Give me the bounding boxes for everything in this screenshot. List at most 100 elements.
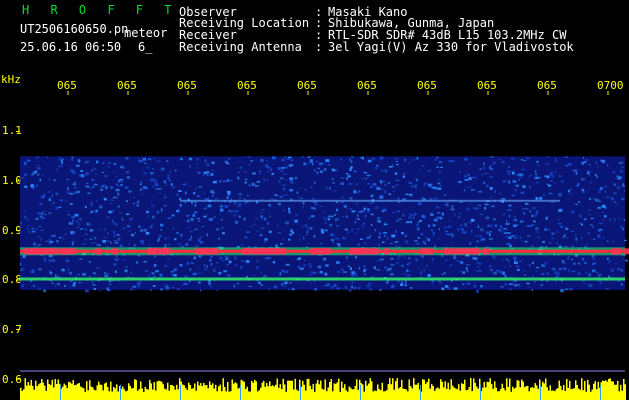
noise-speck	[465, 267, 468, 270]
noise-speck	[67, 187, 70, 191]
noise-speck	[85, 162, 87, 164]
noise-speck	[618, 251, 620, 254]
noise-speck	[32, 186, 35, 190]
noise-speck	[430, 279, 434, 282]
noise-speck	[545, 245, 548, 249]
noise-speck	[218, 271, 222, 275]
noise-speck	[26, 218, 29, 221]
noise-speck	[383, 223, 388, 226]
level-bar	[50, 384, 52, 400]
noise-speck	[114, 242, 119, 244]
noise-speck	[460, 261, 464, 264]
level-bar	[164, 388, 166, 400]
noise-speck	[217, 246, 221, 248]
noise-speck	[473, 206, 475, 209]
noise-speck	[575, 233, 577, 237]
minute-marker	[300, 385, 301, 400]
noise-speck	[352, 211, 354, 213]
noise-speck	[295, 213, 298, 216]
noise-speck	[292, 287, 295, 290]
noise-speck	[535, 197, 538, 200]
level-bar	[269, 381, 271, 400]
noise-speck	[269, 215, 271, 218]
noise-speck	[421, 214, 425, 218]
noise-speck	[149, 277, 154, 281]
noise-speck	[604, 207, 607, 209]
noise-speck	[485, 246, 489, 248]
noise-speck	[32, 269, 34, 271]
noise-speck	[156, 160, 161, 163]
noise-speck	[56, 240, 59, 243]
noise-speck	[484, 203, 486, 206]
noise-speck	[535, 181, 539, 184]
level-bar	[260, 387, 262, 400]
noise-speck	[262, 276, 266, 278]
noise-speck	[468, 221, 472, 224]
noise-speck	[354, 221, 356, 224]
level-bar	[276, 378, 278, 400]
noise-speck	[405, 193, 409, 195]
noise-speck	[97, 279, 101, 282]
noise-speck	[485, 231, 490, 235]
noise-speck	[43, 257, 46, 260]
noise-speck	[462, 283, 465, 286]
level-bar	[36, 386, 38, 400]
noise-speck	[274, 194, 278, 197]
noise-speck	[535, 227, 539, 230]
level-bar	[401, 379, 403, 400]
level-bar	[462, 384, 464, 400]
noise-speck	[156, 210, 160, 214]
noise-speck	[322, 162, 325, 165]
noise-speck	[616, 186, 620, 189]
noise-speck	[265, 218, 267, 221]
noise-speck	[40, 195, 45, 199]
noise-speck	[291, 231, 294, 235]
noise-speck	[254, 185, 259, 187]
noise-speck	[324, 285, 327, 287]
level-bar	[582, 390, 584, 400]
noise-speck	[425, 237, 429, 240]
noise-speck	[100, 189, 103, 191]
noise-speck	[116, 258, 121, 260]
noise-speck	[349, 197, 353, 200]
noise-speck	[458, 216, 461, 218]
noise-speck	[74, 191, 78, 194]
noise-speck	[476, 261, 479, 264]
noise-speck	[75, 165, 80, 167]
noise-speck	[546, 168, 549, 171]
noise-speck	[536, 270, 538, 273]
noise-speck	[582, 191, 585, 193]
noise-speck	[329, 186, 331, 190]
noise-speck	[588, 273, 592, 277]
level-bar	[449, 389, 451, 400]
noise-speck	[508, 204, 512, 207]
noise-speck	[233, 200, 237, 203]
noise-speck	[219, 205, 223, 208]
noise-speck	[30, 184, 34, 188]
noise-speck	[375, 166, 379, 168]
noise-speck	[376, 187, 381, 190]
noise-speck	[608, 275, 610, 278]
noise-speck	[35, 228, 37, 231]
noise-speck	[493, 271, 497, 275]
noise-speck	[160, 167, 165, 171]
noise-speck	[304, 189, 307, 191]
level-bar	[422, 379, 424, 400]
noise-speck	[208, 199, 212, 202]
level-bar	[125, 391, 127, 400]
signal-level-bars	[20, 378, 626, 400]
noise-speck	[431, 279, 435, 282]
noise-speck	[130, 277, 135, 279]
noise-speck	[309, 265, 312, 268]
level-bar	[119, 386, 121, 400]
noise-speck	[590, 217, 594, 219]
noise-speck	[571, 249, 573, 251]
noise-speck	[213, 216, 216, 218]
noise-speck	[558, 222, 562, 225]
level-bar	[60, 388, 62, 400]
noise-speck	[624, 239, 627, 242]
noise-speck	[547, 156, 550, 158]
noise-speck	[465, 249, 470, 251]
noise-speck	[148, 247, 150, 251]
noise-speck	[268, 287, 271, 289]
